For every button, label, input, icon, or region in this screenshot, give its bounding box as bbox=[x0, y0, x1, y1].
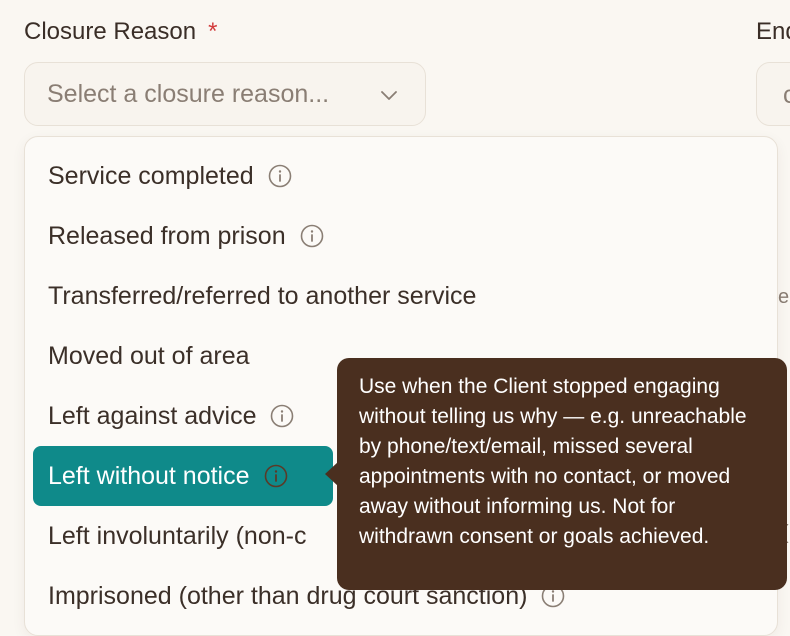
option-transferred-referred[interactable]: Transferred/referred to another service bbox=[33, 266, 476, 326]
option-label: Service completed bbox=[48, 161, 254, 190]
info-icon[interactable] bbox=[300, 224, 324, 248]
chevron-down-icon bbox=[379, 85, 399, 105]
option-left-without-notice[interactable]: Left without notice bbox=[33, 446, 333, 506]
option-label: Released from prison bbox=[48, 221, 286, 250]
closure-reason-label-text: Closure Reason bbox=[24, 18, 197, 45]
tooltip-text: Use when the Client stopped engaging wit… bbox=[359, 375, 747, 548]
end-date-label: End bbox=[756, 18, 790, 45]
info-icon[interactable] bbox=[264, 464, 288, 488]
right-field-text-fragment: e bbox=[778, 286, 790, 308]
option-label: Moved out of area bbox=[48, 341, 250, 370]
option-label: Left without notice bbox=[48, 461, 250, 490]
option-label: Left involuntarily (non-c bbox=[48, 521, 307, 550]
info-icon[interactable] bbox=[270, 404, 294, 428]
required-marker: * bbox=[208, 18, 218, 45]
option-left-involuntarily[interactable]: Left involuntarily (non-c bbox=[33, 506, 353, 566]
option-left-against-advice[interactable]: Left against advice bbox=[33, 386, 353, 446]
select-placeholder: Select a closure reason... bbox=[47, 79, 330, 108]
option-label: Transferred/referred to another service bbox=[48, 281, 477, 310]
end-date-input[interactable]: c bbox=[756, 62, 790, 126]
info-tooltip: Use when the Client stopped engaging wit… bbox=[337, 358, 787, 590]
option-imprisoned[interactable]: Imprisoned (other than drug court sancti… bbox=[33, 566, 565, 626]
closure-reason-select[interactable]: Select a closure reason... bbox=[24, 62, 426, 126]
option-moved-out-of-area[interactable]: Moved out of area bbox=[33, 326, 353, 386]
info-icon[interactable] bbox=[268, 164, 292, 188]
option-released-from-prison[interactable]: Released from prison bbox=[33, 206, 353, 266]
option-service-completed[interactable]: Service completed bbox=[33, 146, 353, 206]
closure-reason-label: Closure Reason * bbox=[24, 18, 217, 46]
option-label: Left against advice bbox=[48, 401, 257, 430]
